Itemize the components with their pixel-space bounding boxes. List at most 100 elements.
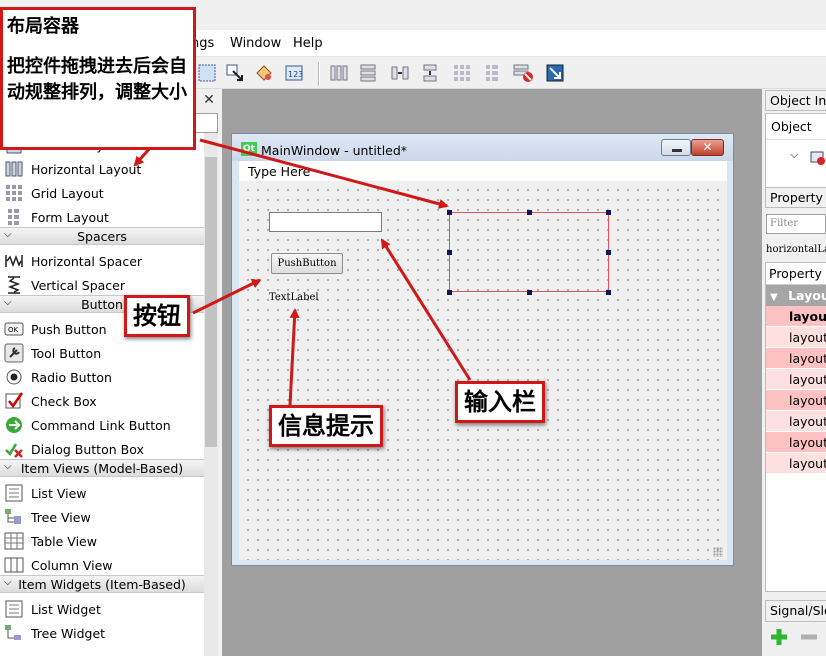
widget-item[interactable]: Check Box xyxy=(0,389,204,413)
resize-handle[interactable] xyxy=(606,290,611,295)
property-row[interactable]: layoutSpacing xyxy=(766,411,826,432)
edit-tab-order-button[interactable]: 123 xyxy=(281,61,307,85)
resize-handle[interactable] xyxy=(447,290,452,295)
widget-item[interactable]: Form Layout xyxy=(0,205,204,229)
widget-item[interactable]: Tree View xyxy=(0,505,204,529)
resize-handle[interactable] xyxy=(606,210,611,215)
widget-item-label: List View xyxy=(31,485,87,501)
qt-logo-icon: Qt xyxy=(241,142,257,156)
widget-item[interactable]: Horizontal Spacer xyxy=(0,249,204,273)
column-view-icon xyxy=(4,555,24,575)
horizontal-layout-widget[interactable] xyxy=(447,210,611,295)
edit-signals-button[interactable] xyxy=(222,61,248,85)
chevron-down-icon[interactable]: ⌵ xyxy=(790,148,798,162)
widget-item[interactable]: List Widget xyxy=(0,597,204,621)
edit-widgets-button[interactable] xyxy=(194,61,220,85)
right-dock-panels: Object Inspector Object ⌵ Property Edito… xyxy=(763,89,826,656)
size-grip[interactable] xyxy=(713,547,723,557)
form-canvas[interactable]: PushButton TextLabel xyxy=(239,181,727,560)
tool-button-icon xyxy=(4,343,24,363)
toolbar-separator xyxy=(318,62,320,86)
widget-item[interactable]: Radio Button xyxy=(0,365,204,389)
widget-item[interactable]: Command Link Button xyxy=(0,413,204,437)
property-editor-header: Property Editor xyxy=(765,187,826,208)
resize-handle[interactable] xyxy=(447,210,452,215)
splitter-horizontal-button[interactable] xyxy=(387,61,413,85)
property-row[interactable]: layoutName xyxy=(766,306,826,327)
resize-handle[interactable] xyxy=(606,250,611,255)
svg-text:123: 123 xyxy=(288,70,303,79)
widget-item[interactable]: Horizontal Layout xyxy=(0,157,204,181)
text-label[interactable]: TextLabel xyxy=(269,292,319,303)
main-window-object-icon xyxy=(810,151,825,165)
scrollbar-thumb[interactable] xyxy=(205,157,217,447)
chevron-down-icon[interactable]: ⌵ xyxy=(4,577,12,588)
widget-item-label: Vertical Spacer xyxy=(31,277,125,293)
resize-handle[interactable] xyxy=(527,210,532,215)
line-edit[interactable] xyxy=(269,212,382,232)
chevron-down-icon[interactable]: ⌵ xyxy=(4,229,12,240)
tree-widget-icon xyxy=(4,623,24,643)
form-layout-icon xyxy=(486,65,498,81)
minimize-button[interactable] xyxy=(661,139,691,156)
property-row[interactable]: layoutStretch xyxy=(766,432,826,453)
push-button[interactable]: PushButton xyxy=(271,253,343,274)
widget-item[interactable]: Grid Layout xyxy=(0,181,204,205)
widget-item[interactable]: Tree Widget xyxy=(0,621,204,645)
remove-icon[interactable] xyxy=(799,627,819,647)
break-layout-button[interactable] xyxy=(511,61,537,85)
tab-order-icon: 123 xyxy=(285,65,303,81)
widget-item[interactable]: Dialog Button Box xyxy=(0,437,204,461)
widget-box-close-button[interactable]: ✕ xyxy=(200,91,218,109)
main-window-titlebar[interactable]: Qt MainWindow - untitled* ✕ xyxy=(232,134,733,161)
widget-box-filter-input[interactable] xyxy=(195,113,218,133)
widget-category-header[interactable]: ⌵ Spacers xyxy=(0,227,204,245)
property-row[interactable]: layoutRightMargin xyxy=(766,369,826,390)
push-button-icon: OK xyxy=(4,319,24,339)
property-row[interactable]: layoutSizeConstraint xyxy=(766,453,826,474)
form-layout-icon xyxy=(4,207,24,227)
lay-out-form-button[interactable] xyxy=(479,61,505,85)
widget-box-scrollbar[interactable] xyxy=(204,133,218,656)
widget-item[interactable]: Table View xyxy=(0,529,204,553)
widget-item[interactable]: List View xyxy=(0,481,204,505)
object-column-header[interactable]: Object xyxy=(766,114,826,140)
widget-item[interactable]: Column View xyxy=(0,553,204,577)
object-inspector-tree[interactable]: Object ⌵ xyxy=(765,113,826,188)
property-table[interactable]: Property ▼ Layout layoutNamelayoutLeftMa… xyxy=(765,262,826,592)
chevron-down-icon[interactable]: ⌵ xyxy=(4,297,12,308)
widget-category-header[interactable]: ⌵ Item Views (Model-Based) xyxy=(0,459,204,477)
menu-window[interactable]: Window xyxy=(230,36,281,51)
menu-type-here[interactable]: Type Here xyxy=(248,164,310,179)
resize-handle[interactable] xyxy=(527,290,532,295)
chevron-down-icon[interactable]: ⌵ xyxy=(4,461,12,472)
add-icon[interactable] xyxy=(769,627,789,647)
main-window-form[interactable]: Qt MainWindow - untitled* ✕ Type Here Pu… xyxy=(231,133,734,566)
widget-category-label: Item Widgets (Item-Based) xyxy=(18,576,186,592)
widget-item-label: Dialog Button Box xyxy=(31,441,144,457)
property-row[interactable]: layoutLeftMargin xyxy=(766,327,826,348)
splitter-vertical-button[interactable] xyxy=(417,61,443,85)
close-button[interactable]: ✕ xyxy=(691,139,724,156)
widget-category-header[interactable]: ⌵ Item Widgets (Item-Based) xyxy=(0,575,204,593)
adjust-size-button[interactable] xyxy=(542,61,568,85)
widget-item[interactable]: Vertical Spacer xyxy=(0,273,204,297)
lay-out-vertically-button[interactable] xyxy=(355,61,381,85)
form-menubar[interactable]: Type Here xyxy=(239,161,727,181)
horizontal-layout-icon xyxy=(330,65,348,81)
property-filter-input[interactable]: Filter xyxy=(766,214,826,234)
lay-out-grid-button[interactable] xyxy=(449,61,475,85)
main-window-title: MainWindow - untitled* xyxy=(261,143,408,158)
property-group-layout[interactable]: ▼ Layout xyxy=(766,285,826,306)
menu-help[interactable]: Help xyxy=(293,36,323,51)
edit-buddies-button[interactable] xyxy=(251,61,277,85)
resize-handle[interactable] xyxy=(447,250,452,255)
widget-item[interactable]: Tool Button xyxy=(0,341,204,365)
lay-out-horizontally-button[interactable] xyxy=(326,61,352,85)
property-column-header[interactable]: Property xyxy=(766,263,826,285)
chevron-down-icon[interactable]: ▼ xyxy=(770,292,778,303)
property-row[interactable]: layoutBottomMargin xyxy=(766,390,826,411)
adjust-size-icon xyxy=(546,64,564,82)
property-row[interactable]: layoutTopMargin xyxy=(766,348,826,369)
widget-item-label: Radio Button xyxy=(31,369,112,385)
